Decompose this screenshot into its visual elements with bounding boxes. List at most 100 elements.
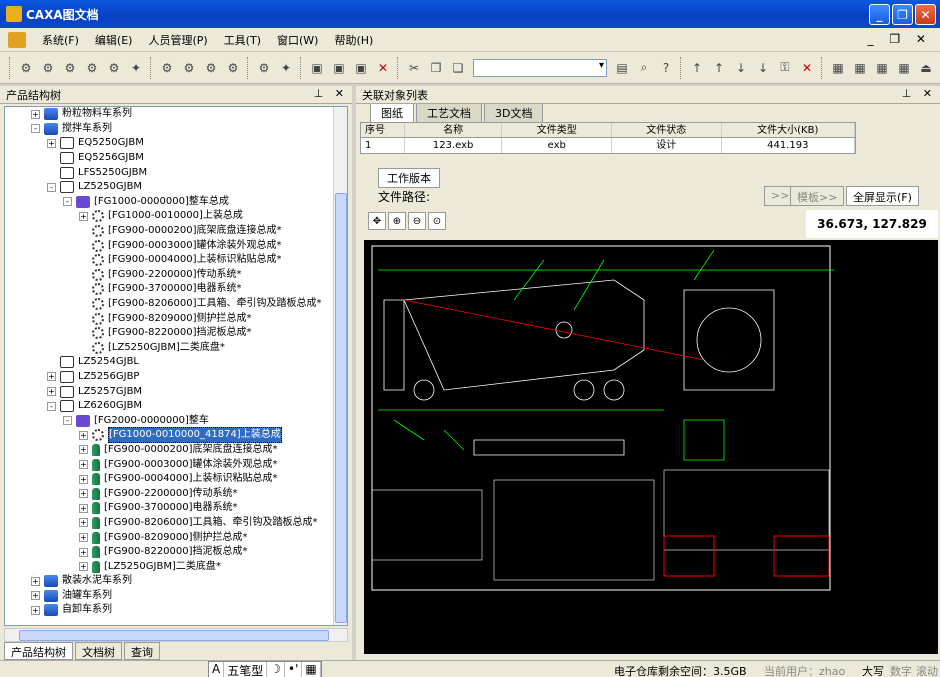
expand-icon[interactable]: + bbox=[79, 518, 88, 528]
tree-item[interactable]: + LZ5257GJBM bbox=[5, 384, 347, 399]
fullscreen-button[interactable]: 全屏显示(F) bbox=[846, 186, 919, 206]
tree-item[interactable]: - [FG2000-0000000]整车 bbox=[5, 413, 347, 428]
tree-item[interactable]: - 搅拌车系列 bbox=[5, 122, 347, 137]
tree-item[interactable]: [FG900-2200000]传动系统* bbox=[5, 268, 347, 283]
expand-icon[interactable]: + bbox=[47, 372, 56, 382]
tree-item[interactable]: + [FG900-8220000]挡泥板总成* bbox=[5, 545, 347, 560]
zoom-in-icon[interactable]: ⊕ bbox=[388, 212, 406, 230]
tab-query[interactable]: 查询 bbox=[124, 642, 160, 660]
template-button[interactable]: 模板>> bbox=[790, 186, 845, 206]
expand-icon[interactable]: + bbox=[79, 533, 88, 543]
tree-item[interactable]: LZ5254GJBL bbox=[5, 355, 347, 370]
tool-icon-15[interactable]: ▣ bbox=[351, 58, 371, 78]
collapse-icon[interactable]: - bbox=[31, 124, 40, 134]
tab-process-docs[interactable]: 工艺文档 bbox=[416, 103, 482, 122]
expand-icon[interactable]: + bbox=[31, 591, 40, 601]
tree-item[interactable]: + 油罐车系列 bbox=[5, 589, 347, 604]
collapse-icon[interactable]: - bbox=[63, 197, 72, 207]
tree-item[interactable]: + 粉粒物料车系列 bbox=[5, 107, 347, 122]
app-menu-icon[interactable] bbox=[8, 31, 26, 48]
restore-button[interactable]: ❐ bbox=[892, 4, 913, 25]
collapse-icon[interactable]: - bbox=[47, 401, 56, 411]
tool-icon-4[interactable]: ⚙ bbox=[82, 58, 102, 78]
tab-drawings[interactable]: 图纸 bbox=[370, 103, 414, 122]
tree-item[interactable]: [LZ5250GJBM]二类底盘* bbox=[5, 341, 347, 356]
table-row[interactable]: 1 123.exb exb 设计 441.193 bbox=[361, 138, 855, 153]
menu-window[interactable]: 窗口(W) bbox=[269, 32, 326, 48]
expand-icon[interactable]: + bbox=[79, 445, 88, 455]
expand-icon[interactable]: + bbox=[79, 503, 88, 513]
tree-item[interactable]: [FG900-3700000]电器系统* bbox=[5, 282, 347, 297]
tree-item[interactable]: + 散装水泥车系列 bbox=[5, 574, 347, 589]
tool-icon-14[interactable]: ▣ bbox=[329, 58, 349, 78]
find-icon[interactable]: ⌕ bbox=[634, 58, 654, 78]
minimize-button[interactable]: _ bbox=[869, 4, 890, 25]
paste-icon[interactable]: ❏ bbox=[448, 58, 468, 78]
tree-item[interactable]: + [FG900-0000200]底架底盘连接总成* bbox=[5, 443, 347, 458]
menu-edit[interactable]: 编辑(E) bbox=[87, 32, 141, 48]
tab-3d-docs[interactable]: 3D文档 bbox=[484, 103, 544, 122]
tab-document-tree[interactable]: 文档树 bbox=[75, 642, 122, 660]
menu-tools[interactable]: 工具(T) bbox=[216, 32, 269, 48]
tool-icon-10[interactable]: ⚙ bbox=[223, 58, 243, 78]
zoom-out-icon[interactable]: ⊖ bbox=[408, 212, 426, 230]
tree-item[interactable]: + [FG1000-0010000]上装总成 bbox=[5, 209, 347, 224]
rp-pin-close[interactable]: ⊥ ✕ bbox=[902, 87, 936, 100]
undo-checkout-icon[interactable]: ↓ bbox=[731, 58, 751, 78]
close-button[interactable]: ✕ bbox=[915, 4, 936, 25]
tool-icon-6[interactable]: ✦ bbox=[126, 58, 146, 78]
doc-icon-1[interactable]: ▦ bbox=[828, 58, 848, 78]
delete-icon[interactable]: ✕ bbox=[797, 58, 817, 78]
checkin-icon[interactable]: ↑ bbox=[687, 58, 707, 78]
tree-item[interactable]: EQ5256GJBM bbox=[5, 151, 347, 166]
get-icon[interactable]: ↓ bbox=[753, 58, 773, 78]
drawing-canvas[interactable] bbox=[364, 240, 938, 654]
collapse-icon[interactable]: - bbox=[63, 416, 72, 426]
tree-item[interactable]: [FG900-0003000]罐体涂装外观总成* bbox=[5, 238, 347, 253]
expand-icon[interactable]: + bbox=[79, 547, 88, 557]
toolbar-combo[interactable] bbox=[473, 58, 607, 77]
mdi-controls[interactable]: _ ❐ ✕ bbox=[868, 32, 932, 46]
tree-item[interactable]: + [LZ5250GJBM]二类底盘* bbox=[5, 559, 347, 574]
expand-icon[interactable]: + bbox=[79, 460, 88, 470]
tool-icon-13[interactable]: ▣ bbox=[307, 58, 327, 78]
expand-icon[interactable]: + bbox=[79, 211, 88, 221]
pan-icon[interactable]: ✥ bbox=[368, 212, 386, 230]
cut-icon[interactable]: ✂ bbox=[404, 58, 424, 78]
tool-icon-11[interactable]: ⚙ bbox=[254, 58, 274, 78]
tree-item[interactable]: [FG900-0000200]底架底盘连接总成* bbox=[5, 224, 347, 239]
exit-icon[interactable]: ⏏ bbox=[916, 58, 936, 78]
tree-item[interactable]: - LZ5250GJBM bbox=[5, 180, 347, 195]
collapse-icon[interactable]: - bbox=[47, 182, 56, 192]
tool-icon-3[interactable]: ⚙ bbox=[60, 58, 80, 78]
tree-item[interactable]: + EQ5250GJBM bbox=[5, 136, 347, 151]
zoom-fit-icon[interactable]: ⊙ bbox=[428, 212, 446, 230]
tool-icon-2[interactable]: ⚙ bbox=[38, 58, 58, 78]
tree-item[interactable]: LFS5250GJBM bbox=[5, 165, 347, 180]
tree-item[interactable]: + [FG900-2200000]传动系统* bbox=[5, 486, 347, 501]
doc-icon-3[interactable]: ▦ bbox=[872, 58, 892, 78]
menu-help[interactable]: 帮助(H) bbox=[326, 32, 381, 48]
tree-item[interactable]: [FG900-8206000]工具箱、牵引钩及踏板总成* bbox=[5, 297, 347, 312]
tree-item[interactable]: [FG900-0004000]上装标识粘贴总成* bbox=[5, 253, 347, 268]
tree-item[interactable]: + [FG900-0003000]罐体涂装外观总成* bbox=[5, 457, 347, 472]
expand-icon[interactable]: + bbox=[31, 109, 40, 119]
expand-icon[interactable]: + bbox=[79, 489, 88, 499]
tree-item[interactable]: + [FG1000-0010000_41874]上装总成 bbox=[5, 427, 347, 444]
tree-item[interactable]: + LZ5256GJBP bbox=[5, 370, 347, 385]
tool-icon-16[interactable]: ✕ bbox=[373, 58, 393, 78]
tree-item[interactable]: + [FG900-8209000]侧护拦总成* bbox=[5, 530, 347, 545]
lock-icon[interactable]: ⚿ bbox=[775, 58, 795, 78]
tool-icon-1[interactable]: ⚙ bbox=[16, 58, 36, 78]
doc-icon-2[interactable]: ▦ bbox=[850, 58, 870, 78]
menu-people[interactable]: 人员管理(P) bbox=[140, 32, 215, 48]
tool-icon-7[interactable]: ⚙ bbox=[157, 58, 177, 78]
tool-icon-5[interactable]: ⚙ bbox=[104, 58, 124, 78]
menu-system[interactable]: 系统(F) bbox=[34, 32, 87, 48]
expand-icon[interactable]: + bbox=[47, 138, 56, 148]
expand-icon[interactable]: + bbox=[47, 387, 56, 397]
tool-icon-9[interactable]: ⚙ bbox=[201, 58, 221, 78]
product-tree[interactable]: + 粉粒物料车系列 - 搅拌车系列 + EQ5250GJBM EQ5256GJBM LFS52… bbox=[4, 106, 348, 626]
help-icon[interactable]: ? bbox=[656, 58, 676, 78]
tree-item[interactable]: [FG900-8220000]挡泥板总成* bbox=[5, 326, 347, 341]
